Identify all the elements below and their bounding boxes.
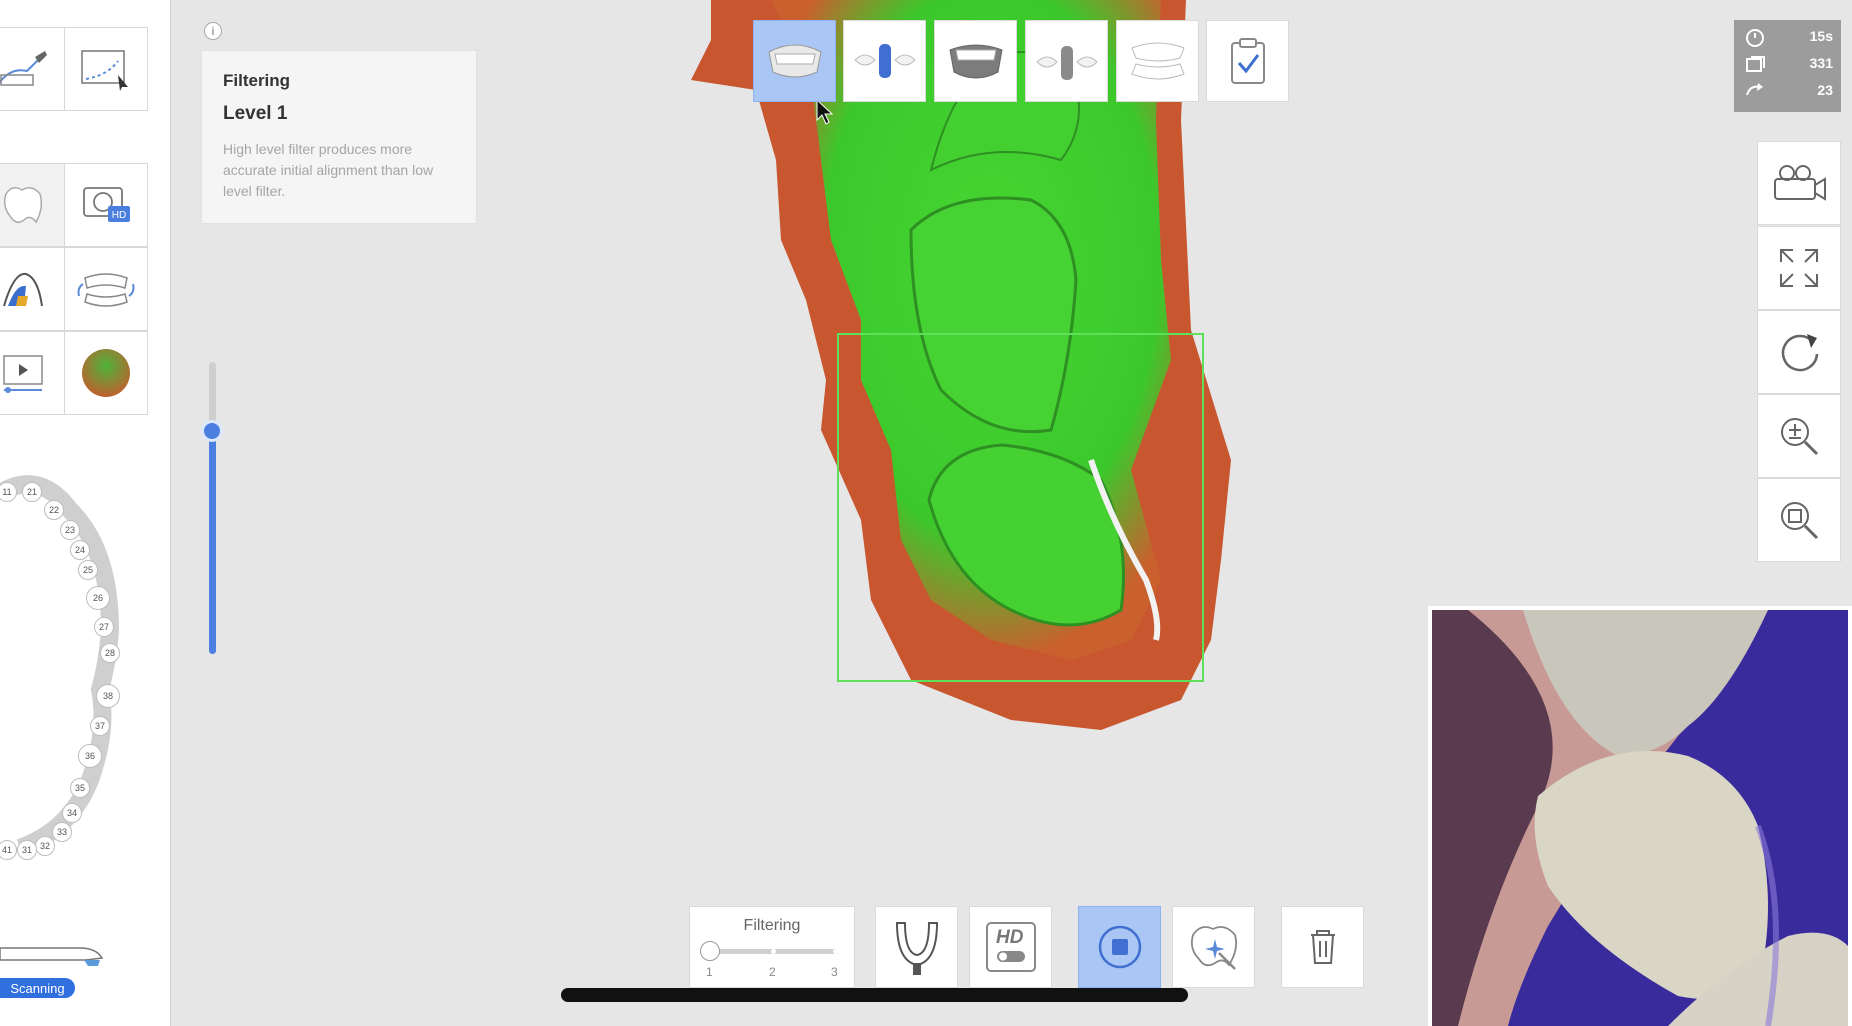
rotation-arrow-icon (1746, 83, 1763, 96)
expand-arrows-icon (1780, 249, 1818, 287)
stage-occlusion-button[interactable] (1116, 20, 1199, 102)
ai-cleanup-button[interactable] (1172, 906, 1255, 988)
texture-color-tool[interactable] (64, 331, 148, 415)
reset-view-button[interactable] (1757, 310, 1841, 394)
filter-tick-3: 3 (831, 965, 838, 979)
tooth-38[interactable]: 38 (96, 684, 120, 708)
tooth-sparkle-icon (1190, 926, 1237, 970)
lower-jaw-icon (948, 44, 1003, 79)
fit-to-screen-button[interactable] (1757, 226, 1841, 310)
occlusion-tool[interactable] (0, 247, 65, 331)
stat-time-value: 15s (1809, 28, 1833, 44)
video-play-icon (2, 355, 43, 393)
info-level: Level 1 (223, 103, 288, 124)
filtering-level-control[interactable]: Filtering 1 2 3 (689, 906, 855, 988)
hd-camera-icon: HD (83, 187, 130, 222)
hd-capture-tool[interactable]: HD (64, 163, 148, 247)
stat-time: 15s (1734, 24, 1841, 48)
video-record-button[interactable] (1757, 141, 1841, 225)
tooth-36[interactable]: 36 (78, 744, 102, 768)
info-icon[interactable]: i (204, 22, 222, 40)
tooth-35[interactable]: 35 (70, 778, 90, 798)
filter-slider-thumb[interactable] (700, 941, 720, 961)
occlusion-jaws-icon (1130, 42, 1185, 80)
home-indicator-bar (561, 988, 1188, 1002)
stat-rotations-value: 23 (1817, 82, 1833, 98)
bite-align-tool[interactable] (64, 247, 148, 331)
hd-label: HD (996, 927, 1024, 948)
upper-jaw-icon (767, 44, 822, 78)
filter-tick-2: 2 (769, 965, 776, 979)
tooth-26[interactable]: 26 (86, 586, 110, 610)
tooth-33[interactable]: 33 (52, 822, 72, 842)
stage-mandible-button[interactable] (934, 20, 1017, 102)
tooth-tool[interactable] (0, 163, 65, 247)
depth-slider-fill (209, 430, 216, 654)
depth-slider-thumb[interactable] (201, 420, 223, 442)
dental-arch-tray-icon (895, 922, 938, 975)
svg-text:HD: HD (112, 210, 126, 221)
stop-scan-button[interactable] (1078, 906, 1161, 988)
lower-scanbody-icon (1035, 46, 1098, 80)
live-camera-image (1432, 610, 1848, 1026)
trim-brush-tool[interactable] (0, 27, 65, 111)
tooth-32[interactable]: 32 (35, 836, 55, 856)
delete-scan-button[interactable] (1281, 906, 1364, 988)
rotate-reset-icon (1781, 334, 1819, 372)
tooth-25[interactable]: 25 (78, 560, 98, 580)
brush-trim-icon (0, 51, 47, 86)
zoom-area-button[interactable] (1757, 478, 1841, 562)
hd-toggle-button[interactable]: HD (969, 906, 1052, 988)
stage-maxilla-button[interactable] (753, 20, 836, 102)
stopwatch-icon (1746, 29, 1764, 47)
frames-stack-icon (1746, 56, 1765, 72)
left-tool-panel: HD 11 21 22 23 24 25 26 27 28 38 37 36 3… (0, 0, 171, 1026)
filtering-label: Filtering (743, 917, 801, 934)
stage-review-button[interactable] (1206, 20, 1289, 102)
tooth-27[interactable]: 27 (94, 617, 114, 637)
tooth-31[interactable]: 31 (17, 840, 37, 860)
tooth-21[interactable]: 21 (22, 482, 42, 502)
stage-lower-scanbody-button[interactable] (1025, 20, 1108, 102)
zoom-area-icon (1781, 502, 1819, 540)
texture-sphere-icon (82, 349, 130, 397)
lasso-select-icon (81, 50, 128, 91)
tooth-22[interactable]: 22 (44, 500, 64, 520)
stage-scanbody-button[interactable] (843, 20, 926, 102)
lasso-select-tool[interactable] (64, 27, 148, 111)
live-camera-view (1428, 606, 1852, 1026)
scanbody-icon (853, 44, 916, 78)
color-occlusion-icon (2, 272, 43, 307)
stat-rotations: 23 (1734, 78, 1841, 102)
filtering-info-tooltip: Filtering Level 1 High level filter prod… (201, 50, 477, 224)
tooth-shape-icon (3, 187, 42, 224)
filter-slider-tick-3-dot (833, 949, 838, 954)
tooth-chart: 11 21 22 23 24 25 26 27 28 38 37 36 35 3… (0, 470, 150, 870)
info-description: High level filter produces more accurate… (223, 141, 434, 199)
video-camera-icon (1774, 165, 1826, 201)
arch-mode-button[interactable] (875, 906, 958, 988)
playback-tool[interactable] (0, 331, 65, 415)
filter-slider-tick-2-dot (771, 949, 776, 954)
tooth-24[interactable]: 24 (70, 540, 90, 560)
zoom-in-out-button[interactable] (1757, 394, 1841, 478)
info-title: Filtering (223, 71, 291, 90)
stat-frames-value: 331 (1809, 55, 1833, 71)
filter-tick-1: 1 (706, 965, 713, 979)
clipboard-check-icon (1230, 38, 1265, 84)
scan-stats-panel: 15s 331 23 (1734, 20, 1841, 112)
tooth-34[interactable]: 34 (62, 803, 82, 823)
tooth-37[interactable]: 37 (90, 716, 110, 736)
dental-arch-rotate-icon (77, 273, 135, 307)
tooth-28[interactable]: 28 (100, 643, 120, 663)
stop-icon (1098, 925, 1141, 969)
zoom-plus-minus-icon (1781, 418, 1819, 456)
stat-frames: 331 (1734, 51, 1841, 75)
scanner-handpiece-icon (0, 947, 104, 966)
scanning-status-badge: Scanning (0, 978, 75, 998)
trash-icon (1310, 930, 1335, 964)
tooth-23[interactable]: 23 (60, 520, 80, 540)
